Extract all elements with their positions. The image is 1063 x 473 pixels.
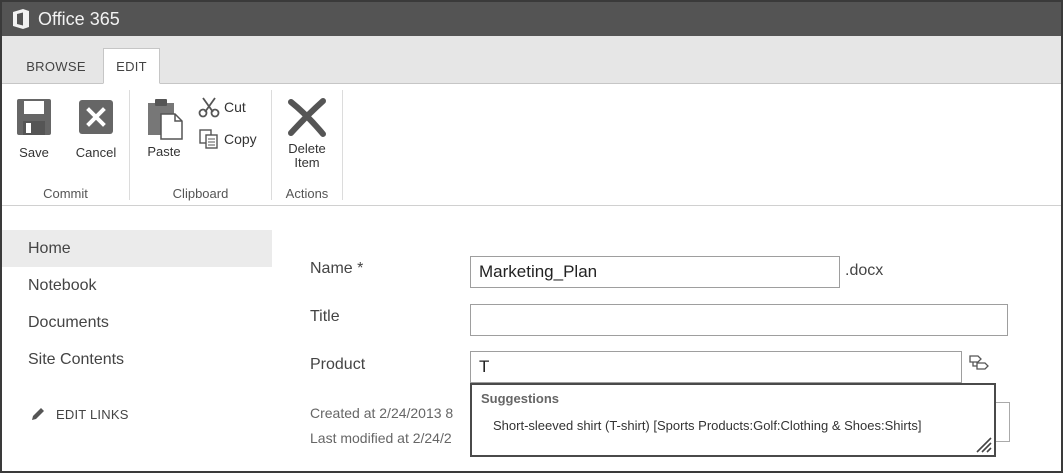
edit-links-button[interactable]: EDIT LINKS: [30, 406, 129, 422]
office-logo-icon[interactable]: [10, 8, 32, 30]
app-window: Office 365 BROWSE EDIT Save Cancel Commi…: [0, 0, 1063, 473]
paste-label: Paste: [147, 144, 181, 159]
cut-icon: [198, 97, 220, 118]
cut-label: Cut: [224, 99, 246, 115]
cancel-label: Cancel: [75, 145, 117, 160]
ribbon-separator: [342, 90, 343, 200]
copy-label: Copy: [224, 131, 257, 147]
title-label: Title: [310, 308, 340, 325]
suite-bar: Office 365: [2, 2, 1061, 36]
product-input[interactable]: [470, 351, 962, 383]
ribbon: Save Cancel Commit Paste Cut Copy Clipbo…: [2, 84, 1061, 206]
delete-item-button[interactable]: Delete Item: [278, 96, 336, 170]
cancel-icon: [79, 100, 113, 134]
copy-icon: [199, 129, 218, 149]
resize-grip-icon[interactable]: [974, 435, 992, 453]
delete-label-line1: Delete: [288, 141, 326, 156]
save-button[interactable]: Save: [12, 98, 56, 160]
commit-group-label: Commit: [43, 186, 88, 201]
nav-item-documents[interactable]: Documents: [2, 304, 272, 341]
tab-browse[interactable]: BROWSE: [14, 48, 98, 84]
created-info: Created at 2/24/2013 8: [310, 405, 454, 421]
quick-launch: Home Notebook Documents Site Contents: [2, 230, 272, 378]
nav-item-home[interactable]: Home: [2, 230, 272, 267]
paste-button[interactable]: Paste: [142, 98, 186, 159]
suggestions-dropdown: Suggestions Short-sleeved shirt (T-shirt…: [470, 383, 996, 457]
name-extension: .docx: [845, 262, 884, 279]
actions-group: Delete Item Actions: [272, 90, 342, 204]
title-input[interactable]: [470, 304, 1008, 336]
ribbon-tabs: BROWSE EDIT: [2, 36, 1061, 84]
clipboard-group: Paste Cut Copy Clipboard: [130, 90, 271, 204]
modified-info: Last modified at 2/24/2: [310, 430, 452, 446]
name-input[interactable]: [470, 256, 840, 288]
cancel-button[interactable]: Cancel: [70, 98, 122, 160]
delete-label-line2: Item: [294, 155, 320, 170]
edit-links-label: EDIT LINKS: [56, 406, 129, 422]
pencil-icon: [32, 408, 44, 420]
name-label: Name *: [310, 260, 364, 277]
nav-item-site-contents[interactable]: Site Contents: [2, 341, 272, 378]
save-label: Save: [19, 145, 49, 160]
nav-item-notebook[interactable]: Notebook: [2, 267, 272, 304]
clipboard-group-label: Clipboard: [172, 186, 229, 201]
save-icon: [17, 99, 51, 135]
actions-group-label: Actions: [285, 186, 329, 201]
copy-button[interactable]: Copy: [198, 128, 257, 150]
tab-edit[interactable]: EDIT: [103, 48, 160, 84]
commit-group: Save Cancel Commit: [2, 90, 129, 204]
paste-icon: [148, 99, 183, 140]
app-title[interactable]: Office 365: [38, 9, 120, 30]
suggestions-header: Suggestions: [481, 391, 560, 406]
suggestion-item[interactable]: Short-sleeved shirt (T-shirt) [Sports Pr…: [472, 412, 994, 438]
delete-icon: [288, 98, 326, 137]
product-label: Product: [310, 356, 366, 373]
cut-button[interactable]: Cut: [198, 96, 246, 118]
browse-terms-icon[interactable]: [968, 352, 992, 374]
